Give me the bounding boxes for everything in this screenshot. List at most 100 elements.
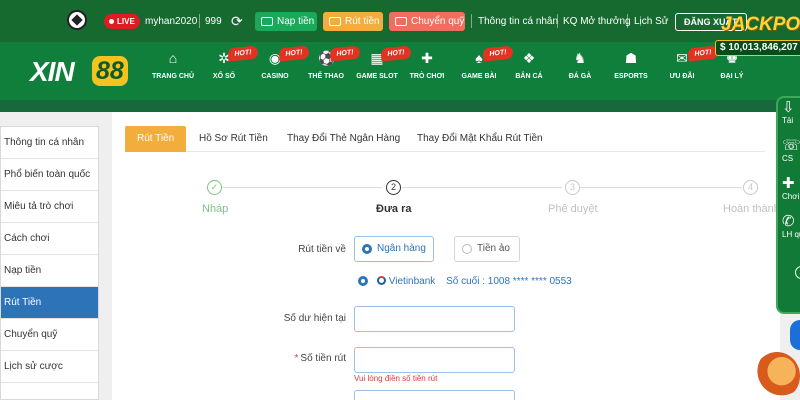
jackpot-title: JACKPOT [721, 14, 800, 35]
current-balance-field[interactable] [354, 306, 515, 332]
refresh-icon[interactable]: ⟳ [231, 14, 243, 28]
sidebar-item-announcements[interactable]: Phổ biến toàn quốc [1, 159, 98, 191]
support-icon: ☏ [782, 137, 800, 154]
tab-withdraw-history[interactable]: Hồ Sơ Rút Tiền [199, 126, 268, 152]
nav-item-label: ĐẠI LÝ [720, 73, 744, 80]
gamepad-icon: ✚ [421, 50, 433, 66]
sidebar-item-game-description[interactable]: Miêu tả trò chơi [1, 191, 98, 223]
option-bank-label: Ngân hàng [377, 243, 426, 254]
bank-account-suffix: Số cuối : 1008 **** **** 0553 [446, 276, 572, 287]
current-balance-label: Số dư hiện tại [283, 313, 346, 324]
step-2-circle: 2 [386, 180, 401, 195]
divider [471, 14, 472, 28]
sidebar-item-deposit[interactable]: Nạp tiền [1, 255, 98, 287]
radio-icon [362, 244, 372, 254]
nav-item-games[interactable]: ✚ TRÒ CHƠI [397, 50, 457, 80]
wallet-icon [329, 17, 341, 26]
account-balance: 999 [205, 16, 222, 27]
step-3-circle: 3 [565, 180, 580, 195]
radio-icon [462, 244, 472, 254]
step-1-check-icon: ✓ [207, 180, 222, 195]
transfer-label: Chuyển quỹ [411, 16, 465, 27]
withdraw-label: Rút tiền [345, 16, 380, 27]
transfer-button[interactable]: Chuyển quỹ [389, 12, 465, 31]
divider [199, 14, 200, 28]
step-4-circle: 4 [743, 180, 758, 195]
step-4-label: Hoàn thành [723, 203, 780, 215]
live-badge[interactable]: LIVE [104, 14, 140, 29]
main-nav: XIN 88 ⌂ TRANG CHỦ HOT! ✲ XỔ SỐ HOT! ◉ C… [0, 42, 800, 100]
jackpot-amount: $ 10,013,846,207 [715, 40, 800, 56]
soccer-ball-icon [67, 10, 87, 30]
divider [627, 14, 628, 28]
withdraw-amount-label: * Số tiền rút [226, 353, 347, 364]
history-link[interactable]: Lịch Sử [634, 16, 669, 27]
sidebar-item-how-to-play[interactable]: Cách chơi [1, 223, 98, 255]
quick-access-panel: ⇩ Tải ☏ CS ✚ Chơi ✆ LH qu × [776, 96, 800, 314]
account-sidebar: Thông tin cá nhân Phổ biến toàn quốc Miê… [0, 126, 99, 400]
option-crypto-radio[interactable]: Tiền ảo [454, 236, 520, 262]
live-chat-button[interactable] [790, 320, 800, 350]
next-field[interactable] [354, 390, 515, 400]
divider [557, 14, 558, 28]
transfer-icon [395, 17, 407, 26]
home-icon: ⌂ [168, 50, 178, 66]
withdraw-tabs: Rút Tiền Hồ Sơ Rút Tiền Thay Đổi Thẻ Ngâ… [125, 126, 765, 152]
withdraw-button[interactable]: Rút tiền [323, 12, 383, 31]
quick-play[interactable]: ✚ Chơi [782, 175, 800, 202]
bank-account-option[interactable]: Vietinbank Số cuối : 1008 **** **** 0553 [358, 274, 572, 288]
vietinbank-logo-icon [376, 276, 386, 285]
withdraw-to-label: Rút tiền về [298, 244, 346, 255]
step-2-label: Đưa ra [376, 203, 412, 215]
card-icon [261, 17, 273, 26]
jackpot-widget[interactable]: JACKPOT $ 10,013,846,207 [705, 14, 800, 66]
results-link[interactable]: KQ Mở thưởng [563, 16, 631, 27]
close-icon[interactable]: × [795, 266, 800, 279]
quick-support[interactable]: ☏ CS [782, 137, 800, 164]
download-icon: ⇩ [782, 99, 795, 116]
step-connector [580, 187, 742, 188]
logo-word: XIN [30, 56, 75, 87]
withdraw-amount-label-text: Số tiền rút [300, 353, 346, 364]
mascot-image[interactable] [754, 352, 800, 400]
required-mark: * [294, 353, 299, 364]
personal-info-link[interactable]: Thông tin cá nhân [478, 16, 558, 27]
bank-name: Vietinbank [388, 276, 436, 287]
top-bar: LIVE myhan2020 999 ⟳ Nạp tiền Rút tiền C… [0, 0, 800, 42]
brand-logo[interactable]: XIN 88 [30, 52, 145, 92]
withdraw-panel: Rút Tiền Hồ Sơ Rút Tiền Thay Đổi Thẻ Ngâ… [112, 112, 780, 400]
quick-label: Tải [782, 116, 794, 125]
sidebar-item-personal-info[interactable]: Thông tin cá nhân [1, 127, 98, 159]
deposit-label: Nạp tiền [277, 16, 315, 27]
withdraw-amount-field[interactable] [354, 347, 515, 373]
quick-label: CS [782, 154, 794, 163]
quick-download[interactable]: ⇩ Tải [782, 99, 800, 126]
header-shadow-band [0, 100, 800, 112]
tab-withdraw[interactable]: Rút Tiền [125, 126, 187, 152]
option-bank-radio[interactable]: Ngân hàng [354, 236, 434, 262]
esports-icon: ☗ [624, 50, 638, 66]
logo-number: 88 [92, 56, 128, 86]
option-crypto-label: Tiền ảo [477, 243, 510, 254]
gamepad-icon: ✚ [782, 175, 795, 192]
step-connector [402, 187, 562, 188]
tab-change-withdraw-password[interactable]: Thay Đổi Mật Khẩu Rút Tiền [417, 126, 543, 152]
quick-label: LH qu [782, 230, 800, 239]
phone-icon: ✆ [782, 213, 795, 230]
step-1-label: Nháp [202, 203, 229, 215]
tab-change-bank-card[interactable]: Thay Đổi Thẻ Ngân Hàng [287, 126, 400, 152]
sidebar-item-withdraw[interactable]: Rút Tiền [1, 287, 98, 319]
username: myhan2020 [145, 16, 198, 27]
quick-contact[interactable]: ✆ LH qu [782, 213, 800, 240]
sidebar-item-bet-history[interactable]: Lịch sử cược [1, 351, 98, 383]
step-connector [222, 187, 382, 188]
fish-icon: ❖ [522, 50, 536, 66]
rooster-icon: ♞ [573, 50, 587, 66]
radio-icon [358, 276, 368, 286]
withdraw-amount-error: Vui lòng điền số tiền rút [354, 374, 438, 383]
step-3-label: Phê duyệt [548, 203, 598, 215]
sidebar-item-transfer[interactable]: Chuyển quỹ [1, 319, 98, 351]
deposit-button[interactable]: Nạp tiền [255, 12, 317, 31]
nav-item-label: TRÒ CHƠI [409, 73, 445, 80]
quick-label: Chơi [782, 192, 800, 201]
